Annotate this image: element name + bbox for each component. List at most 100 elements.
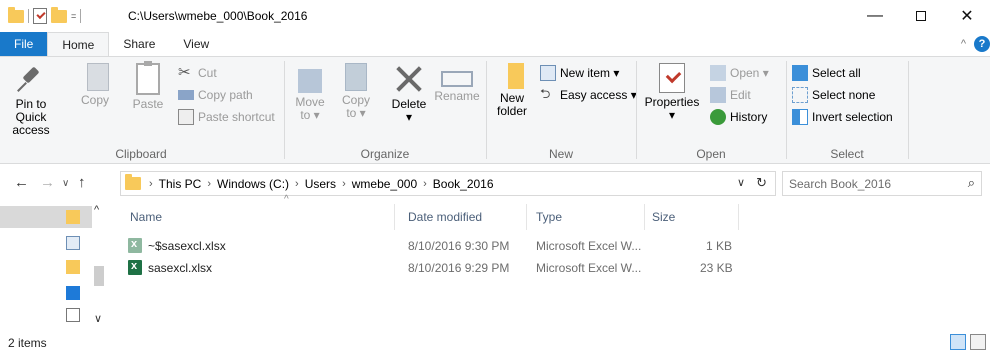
column-divider[interactable] — [644, 204, 645, 230]
new-folder-icon[interactable] — [51, 6, 67, 23]
select-all-button[interactable]: Select all — [792, 63, 861, 83]
search-placeholder: Search Book_2016 — [789, 176, 892, 191]
file-date: 8/10/2016 9:29 PM — [408, 261, 510, 275]
new-folder-label-2: folder — [496, 104, 528, 118]
refresh-icon[interactable]: ↻ — [756, 175, 767, 191]
column-header-name[interactable]: Name — [130, 206, 162, 228]
pin-to-quick-access-button[interactable]: Pin to Quick access — [4, 63, 58, 137]
file-name: sasexcl.xlsx — [148, 261, 213, 275]
breadcrumb-book-2016[interactable]: Book_2016 — [433, 177, 494, 191]
breadcrumb-this-pc[interactable]: This PC — [159, 177, 202, 191]
up-button[interactable]: ↑ — [78, 174, 86, 191]
divider — [636, 61, 637, 159]
search-icon[interactable]: ⌕ — [968, 175, 975, 191]
column-divider[interactable] — [394, 204, 395, 230]
cut-button[interactable]: Cut — [178, 63, 217, 83]
edit-icon — [710, 87, 726, 103]
organize-group-label: Organize — [360, 147, 410, 161]
desktop-icon[interactable] — [66, 286, 80, 300]
column-divider[interactable] — [738, 204, 739, 230]
minimize-button[interactable]: — — [852, 0, 898, 32]
file-date: 8/10/2016 9:30 PM — [408, 239, 510, 253]
move-label-2: to ▾ — [300, 108, 320, 122]
ribbon-tabs: File Home Share View ^ ? — [0, 32, 990, 56]
large-icons-view-icon[interactable] — [970, 334, 986, 350]
history-label: History — [730, 110, 768, 124]
tab-file[interactable]: File — [0, 32, 48, 56]
paste-shortcut-button[interactable]: Paste shortcut — [178, 107, 275, 127]
nav-scroll-thumb[interactable] — [94, 266, 104, 286]
breadcrumb-windows-c[interactable]: Windows (C:) — [217, 177, 289, 191]
tab-home[interactable]: Home — [47, 32, 110, 56]
delete-dropdown: ▾ — [405, 110, 413, 124]
easy-access-icon — [540, 85, 556, 107]
contact-card-icon[interactable] — [66, 236, 80, 250]
breadcrumb-separator[interactable]: › — [342, 178, 346, 190]
new-group-label: New — [548, 147, 573, 161]
folder-icon — [125, 174, 141, 190]
collapse-ribbon-icon[interactable]: ^ — [961, 38, 966, 50]
properties-dropdown: ▾ — [668, 108, 676, 122]
copy-to-button[interactable]: Copy to ▾ — [338, 63, 374, 120]
nav-scrollbar[interactable]: ^ ∨ — [92, 200, 106, 328]
document-icon[interactable] — [66, 308, 80, 322]
breadcrumb-separator[interactable]: › — [207, 178, 211, 190]
open-group-label: Open — [696, 147, 726, 161]
history-button[interactable]: History — [710, 107, 767, 127]
paste-shortcut-icon — [178, 109, 194, 125]
table-row[interactable]: ~$sasexcl.xlsx 8/10/2016 9:30 PM Microso… — [112, 236, 752, 256]
breadcrumb-separator[interactable]: › — [149, 178, 153, 190]
properties-button[interactable]: Properties ▾ — [644, 63, 700, 122]
properties-icon[interactable] — [33, 8, 47, 24]
edit-label: Edit — [730, 88, 751, 102]
address-bar[interactable]: › This PC › Windows (C:) › Users › wmebe… — [120, 171, 776, 196]
breadcrumb-separator[interactable]: › — [423, 178, 427, 190]
column-header-size[interactable]: Size — [652, 206, 675, 228]
details-view-icon[interactable] — [950, 334, 966, 350]
copy-button[interactable]: Copy — [78, 63, 112, 107]
copy-path-button[interactable]: Copy path — [178, 85, 253, 105]
search-input[interactable]: Search Book_2016 ⌕ — [782, 171, 982, 196]
breadcrumb-users[interactable]: Users — [305, 177, 336, 191]
recent-locations-button[interactable]: ∨ — [62, 178, 69, 189]
folder-icon[interactable] — [66, 260, 80, 274]
column-divider[interactable] — [526, 204, 527, 230]
new-folder-button[interactable]: New folder — [494, 63, 530, 118]
qat-customize-dropdown[interactable]: = — [71, 11, 76, 21]
scroll-down-icon[interactable]: ∨ — [94, 312, 102, 325]
file-type: Microsoft Excel W... — [536, 239, 642, 253]
new-item-button[interactable]: New item ▾ — [540, 63, 619, 83]
scroll-up-icon[interactable]: ^ — [94, 204, 99, 216]
column-header-type[interactable]: Type — [536, 206, 562, 228]
tab-share[interactable]: Share — [109, 32, 169, 56]
minimize-icon: — — [867, 7, 883, 24]
invert-selection-button[interactable]: Invert selection — [792, 107, 893, 127]
rename-button[interactable]: Rename — [434, 63, 480, 103]
paste-button[interactable]: Paste — [130, 61, 166, 111]
back-button[interactable]: ← — [14, 174, 29, 191]
select-none-button[interactable]: Select none — [792, 85, 875, 105]
clipboard-group: Pin to Quick access Copy Paste Cut Copy … — [0, 57, 282, 164]
delete-button[interactable]: Delete ▾ — [388, 63, 430, 124]
breadcrumb-wmebe-000[interactable]: wmebe_000 — [352, 177, 417, 191]
tab-view[interactable]: View — [169, 32, 223, 56]
edit-button[interactable]: Edit — [710, 85, 751, 105]
maximize-button[interactable] — [898, 0, 944, 32]
move-to-button[interactable]: Move to ▾ — [292, 63, 328, 122]
address-dropdown-icon[interactable]: ∨ — [737, 176, 745, 189]
forward-button[interactable]: → — [40, 174, 55, 191]
cut-label: Cut — [198, 66, 217, 80]
open-button[interactable]: Open ▾ — [710, 63, 769, 83]
easy-access-button[interactable]: Easy access ▾ — [540, 85, 637, 107]
column-header-date[interactable]: Date modified — [408, 206, 482, 228]
rename-icon — [441, 71, 473, 87]
table-row[interactable]: sasexcl.xlsx 8/10/2016 9:29 PM Microsoft… — [112, 258, 752, 278]
breadcrumb-separator[interactable]: › — [295, 178, 299, 190]
open-icon — [710, 65, 726, 81]
folder-icon[interactable] — [66, 210, 80, 224]
help-icon[interactable]: ? — [974, 36, 990, 52]
close-button[interactable]: ✕ — [944, 0, 990, 32]
select-all-icon — [792, 65, 808, 81]
pin-label: Pin to Quick — [15, 97, 47, 124]
select-group-label: Select — [830, 147, 864, 161]
